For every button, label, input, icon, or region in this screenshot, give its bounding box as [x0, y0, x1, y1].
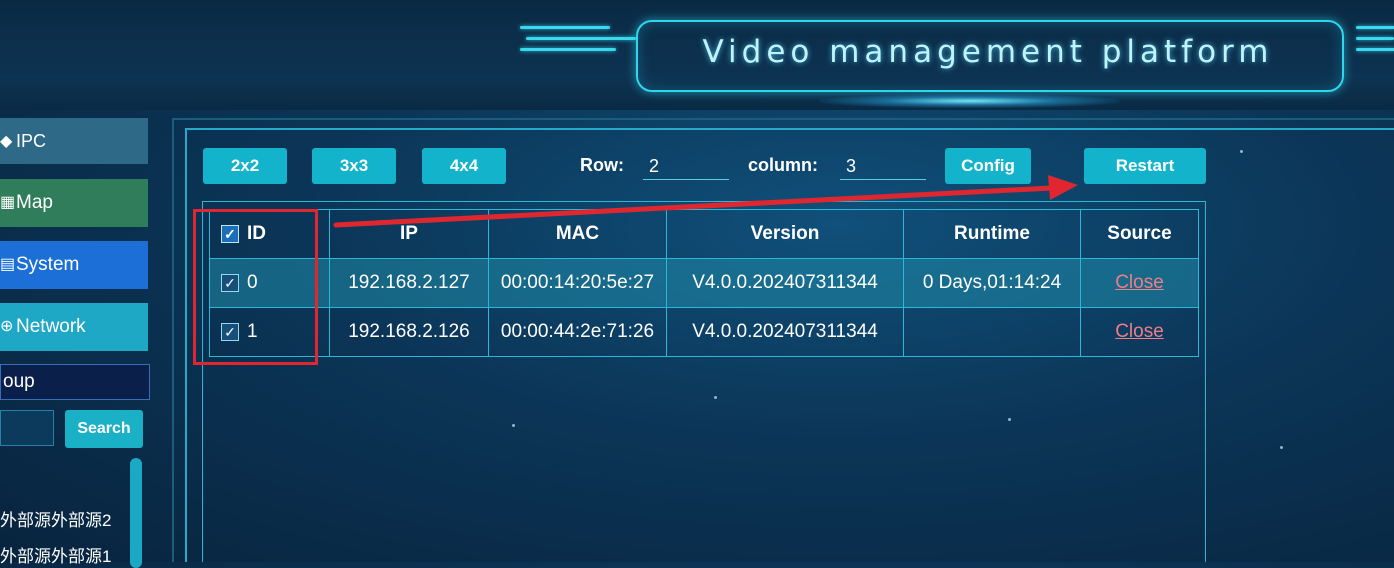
annotation-arrow	[333, 175, 1078, 228]
